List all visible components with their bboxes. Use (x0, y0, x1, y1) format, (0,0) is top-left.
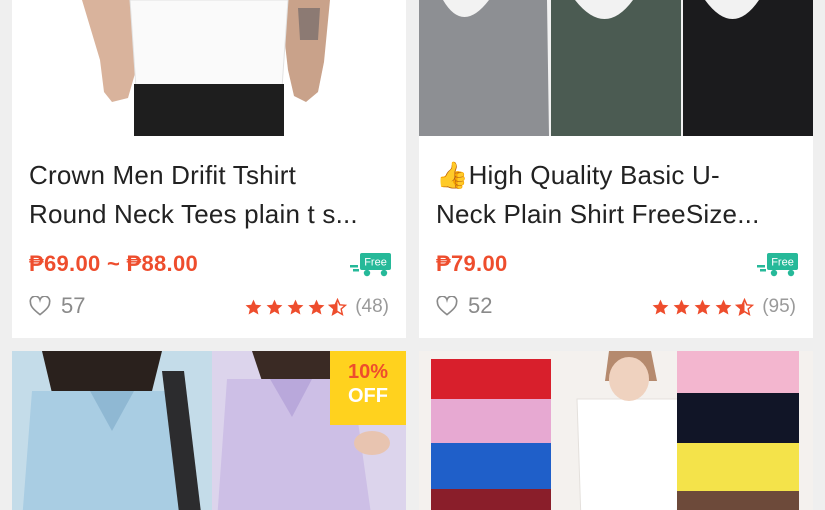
product-rating: (95) (651, 296, 796, 318)
free-shipping-label: Free (771, 257, 794, 269)
thumbs-up-emoji: 👍 (436, 160, 469, 190)
product-title-line: Crown Men Drifit Tshirt (29, 160, 297, 190)
discount-badge: 10% OFF (330, 351, 406, 425)
product-title-line: Round Neck Tees plain t s... (29, 199, 358, 229)
like-count: 52 (468, 293, 493, 318)
product-title[interactable]: 👍High Quality Basic U- Neck Plain Shirt … (436, 156, 789, 234)
star-icon (308, 299, 325, 315)
product-card[interactable]: 10% OFF (12, 351, 406, 510)
star-half-icon (328, 297, 348, 316)
free-shipping-icon: Free (350, 253, 391, 277)
heart-icon (436, 296, 458, 316)
product-card[interactable]: 👍High Quality Basic U- Neck Plain Shirt … (419, 0, 813, 338)
star-icon (715, 299, 732, 315)
star-icon (266, 299, 283, 315)
star-icon (694, 299, 711, 315)
product-title-line: Neck Plain Shirt FreeSize... (436, 199, 760, 229)
discount-percent: 10% (347, 361, 389, 383)
product-price: ₱69.00 ~ ₱88.00 (29, 251, 199, 276)
product-title-line: High Quality Basic U- (468, 160, 720, 190)
product-rating: (48) (244, 296, 389, 318)
like-button[interactable]: 52 (436, 293, 492, 319)
free-shipping-label: Free (364, 257, 387, 269)
like-button[interactable]: 57 (29, 293, 85, 319)
free-shipping-icon: Free (757, 253, 798, 277)
review-count: (48) (355, 296, 389, 317)
product-image-white-tshirt[interactable] (12, 0, 406, 136)
star-icon (287, 299, 304, 315)
star-icon (673, 299, 690, 315)
star-half-icon (735, 297, 755, 316)
product-card[interactable] (419, 351, 813, 510)
star-icon (245, 299, 262, 315)
product-image-u-neck-shirts[interactable] (419, 0, 813, 136)
heart-icon (29, 296, 51, 316)
product-image-colored-tees[interactable] (419, 351, 813, 510)
product-card[interactable]: Crown Men Drifit Tshirt Round Neck Tees … (12, 0, 406, 338)
star-icon (652, 299, 669, 315)
product-title[interactable]: Crown Men Drifit Tshirt Round Neck Tees … (29, 156, 382, 234)
like-count: 57 (61, 293, 86, 318)
discount-off-label: OFF (348, 385, 388, 407)
review-count: (95) (762, 296, 796, 317)
product-price: ₱79.00 (436, 251, 508, 276)
